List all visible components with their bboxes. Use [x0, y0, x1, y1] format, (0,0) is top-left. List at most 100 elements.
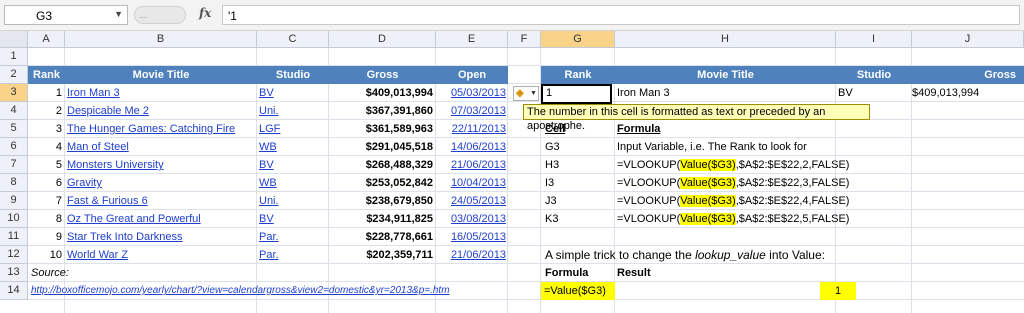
- note-formula-pre: Input Variable, i.e. The Rank to look fo…: [617, 141, 807, 153]
- movie-title-link[interactable]: Iron Man 3: [67, 84, 255, 102]
- header-movie-title: Movie Title: [132, 69, 190, 81]
- lookup-header-gross-text: Gross: [984, 69, 1016, 81]
- note-formula-pre: =VLOOKUP(: [617, 195, 681, 207]
- rank-cell: 10: [49, 249, 62, 261]
- note-formula: =VLOOKUP(Value($G3),$A$2:$E$22,5,FALSE): [617, 210, 849, 228]
- gross-cell: $234,911,825: [366, 213, 433, 225]
- note-cell-ref: G3: [545, 141, 560, 153]
- studio-link[interactable]: Par.: [259, 228, 327, 246]
- movie-title-link[interactable]: Monsters University: [67, 156, 255, 174]
- open-date-link[interactable]: 05/03/2013: [436, 84, 506, 102]
- open-date-link[interactable]: 22/11/2013: [436, 120, 506, 138]
- insert-function-icon[interactable]: fx: [199, 6, 211, 20]
- studio-link[interactable]: Par.: [259, 246, 327, 264]
- row-header-2[interactable]: 2: [0, 66, 28, 84]
- trick-pre: A simple trick to change the: [545, 248, 696, 262]
- studio-link[interactable]: WB: [259, 174, 327, 192]
- open-date-link[interactable]: 10/04/2013: [436, 174, 506, 192]
- note-formula: =VLOOKUP(Value($G3),$A$2:$E$22,3,FALSE): [617, 174, 849, 192]
- open-date-link[interactable]: 07/03/2013: [436, 102, 506, 120]
- studio-link[interactable]: BV: [259, 156, 327, 174]
- rank-cell: 9: [55, 231, 62, 243]
- studio-link[interactable]: BV: [259, 84, 327, 102]
- row-header-3[interactable]: 3: [0, 84, 28, 102]
- chevron-down-icon[interactable]: ▼: [114, 9, 123, 19]
- header-gross: Gross: [366, 69, 399, 81]
- formula-bar: G3 ▼ ... fx '1: [0, 0, 1024, 31]
- source-link[interactable]: http://boxofficemojo.com/yearly/chart/?v…: [31, 282, 450, 300]
- lookup-studio: BV: [838, 87, 853, 99]
- movie-title-link[interactable]: Oz The Great and Powerful: [67, 210, 255, 228]
- gross-cell: $367,391,860: [365, 105, 433, 117]
- formula-input[interactable]: '1: [222, 5, 1020, 25]
- lookup-title: Iron Man 3: [617, 87, 670, 99]
- note-formula-highlight: Value($G3): [680, 159, 736, 171]
- note-formula-pre: =VLOOKUP(: [617, 159, 681, 171]
- row-header-4[interactable]: 4: [0, 102, 28, 120]
- row-header-14[interactable]: 14: [0, 282, 28, 300]
- row-header-6[interactable]: 6: [0, 138, 28, 156]
- movie-title-link[interactable]: Gravity: [67, 174, 255, 192]
- movie-title-link[interactable]: Star Trek Into Darkness: [67, 228, 255, 246]
- trick-post: into Value:: [765, 248, 825, 262]
- open-date-link[interactable]: 24/05/2013: [436, 192, 506, 210]
- movie-title-link[interactable]: The Hunger Games: Catching Fire: [67, 120, 255, 138]
- open-date-link[interactable]: 21/06/2013: [436, 246, 506, 264]
- movie-title-link[interactable]: Despicable Me 2: [67, 102, 255, 120]
- gross-cell: $361,589,963: [365, 123, 433, 135]
- row-header-13[interactable]: 13: [0, 264, 28, 282]
- column-header-j[interactable]: J: [912, 31, 1024, 48]
- row-header-12[interactable]: 12: [0, 246, 28, 264]
- header-open: Open: [457, 69, 487, 81]
- name-box[interactable]: G3 ▼: [4, 5, 128, 25]
- gross-cell: $238,679,850: [365, 195, 433, 207]
- column-header-h[interactable]: H: [615, 31, 836, 48]
- note-formula-post: ,$A$2:$E$22,5,FALSE): [735, 213, 850, 225]
- row-header-8[interactable]: 8: [0, 174, 28, 192]
- gross-cell: $202,359,711: [366, 249, 433, 261]
- result-label: Result: [617, 267, 651, 279]
- rank-cell: 4: [55, 141, 62, 153]
- column-header-f[interactable]: F: [508, 31, 541, 48]
- row-header-1[interactable]: 1: [0, 48, 28, 66]
- column-header-i[interactable]: I: [836, 31, 912, 48]
- select-all-corner[interactable]: [0, 31, 28, 48]
- formula-bar-resize-handle[interactable]: ...: [134, 6, 186, 24]
- column-header-c[interactable]: C: [257, 31, 329, 48]
- column-header-a[interactable]: A: [28, 31, 65, 48]
- column-header-b[interactable]: B: [65, 31, 257, 48]
- studio-link[interactable]: Uni.: [259, 192, 327, 210]
- studio-link[interactable]: LGF: [259, 120, 327, 138]
- note-cell-ref: J3: [545, 195, 557, 207]
- note-formula-highlight: Value($G3): [680, 177, 736, 189]
- column-header-e[interactable]: E: [436, 31, 508, 48]
- gross-cell: $228,778,661: [365, 231, 433, 243]
- open-date-link[interactable]: 21/06/2013: [436, 156, 506, 174]
- active-cell-g3[interactable]: 1: [541, 84, 612, 104]
- studio-link[interactable]: WB: [259, 138, 327, 156]
- studio-link[interactable]: Uni.: [259, 102, 327, 120]
- row-header-11[interactable]: 11: [0, 228, 28, 246]
- formula-input-value: '1: [228, 9, 237, 23]
- note-formula-highlight: Value($G3): [680, 195, 736, 207]
- movie-title-link[interactable]: Man of Steel: [67, 138, 255, 156]
- column-header-d[interactable]: D: [329, 31, 436, 48]
- row-header-7[interactable]: 7: [0, 156, 28, 174]
- open-date-link[interactable]: 14/06/2013: [436, 138, 506, 156]
- open-date-link[interactable]: 03/08/2013: [436, 210, 506, 228]
- note-formula: =VLOOKUP(Value($G3),$A$2:$E$22,4,FALSE): [617, 192, 849, 210]
- note-formula: =VLOOKUP(Value($G3),$A$2:$E$22,2,FALSE): [617, 156, 849, 174]
- studio-link[interactable]: BV: [259, 210, 327, 228]
- row-header-9[interactable]: 9: [0, 192, 28, 210]
- note-formula-post: ,$A$2:$E$22,3,FALSE): [735, 177, 850, 189]
- row-header-10[interactable]: 10: [0, 210, 28, 228]
- movie-title-link[interactable]: World War Z: [67, 246, 255, 264]
- row-header-5[interactable]: 5: [0, 120, 28, 138]
- error-indicator-button[interactable]: ◈ ▼: [513, 86, 539, 101]
- chevron-down-icon: ▼: [530, 90, 537, 97]
- movie-title-link[interactable]: Fast & Furious 6: [67, 192, 255, 210]
- open-date-link[interactable]: 16/05/2013: [436, 228, 506, 246]
- gross-cell: $268,488,329: [365, 159, 433, 171]
- column-header-g[interactable]: G: [541, 31, 615, 48]
- lookup-header-rank: Rank: [564, 69, 592, 81]
